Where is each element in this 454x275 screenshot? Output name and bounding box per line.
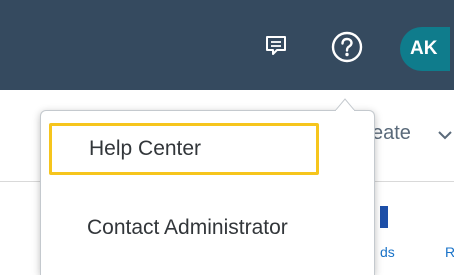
help-icon (330, 30, 364, 69)
avatar-initials: AK (410, 38, 438, 59)
popover-arrow (335, 98, 355, 111)
help-menu-popover: Help Center Contact Administrator (40, 110, 375, 275)
feedback-button[interactable] (258, 30, 294, 66)
create-menu-label[interactable]: eate (372, 122, 411, 145)
menu-item-contact-administrator[interactable]: Contact Administrator (49, 206, 349, 250)
shell-bar: AK (0, 0, 454, 90)
tile-label[interactable]: R (445, 244, 454, 260)
tile-chart-icon (380, 206, 388, 228)
feedback-icon (263, 33, 289, 64)
chevron-down-icon[interactable] (436, 126, 454, 144)
tile-label[interactable]: ds (380, 244, 395, 260)
user-avatar[interactable]: AK (400, 27, 450, 71)
help-button[interactable] (328, 30, 366, 68)
menu-item-help-center[interactable]: Help Center (49, 123, 319, 175)
